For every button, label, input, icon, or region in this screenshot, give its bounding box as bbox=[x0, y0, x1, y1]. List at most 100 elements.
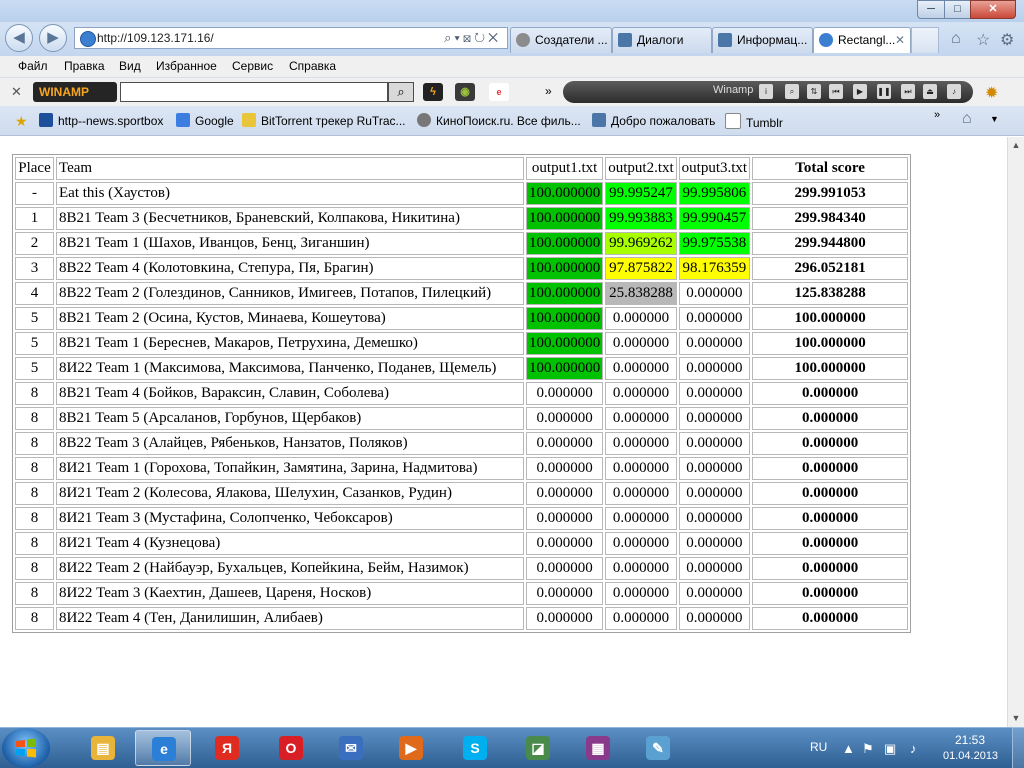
play-icon[interactable]: ▶ bbox=[853, 84, 867, 99]
cell-output2: 25.838288 bbox=[605, 282, 677, 305]
show-hidden-icons-icon[interactable]: ▲ bbox=[842, 741, 855, 756]
taskbar-winrar-button[interactable]: ▦ bbox=[570, 730, 626, 766]
winamp-search-input[interactable] bbox=[120, 82, 388, 102]
tab-dialogs[interactable]: Диалоги bbox=[612, 27, 712, 53]
menu-file[interactable]: Файл bbox=[18, 59, 48, 73]
cell-output3: 99.990457 bbox=[678, 207, 751, 230]
maximize-button[interactable]: □ bbox=[944, 0, 971, 19]
home-icon[interactable]: ⌂ bbox=[962, 110, 972, 128]
tab-close-icon[interactable]: ✕ bbox=[895, 28, 905, 53]
taskbar-internet-explorer-button[interactable]: e bbox=[135, 730, 191, 766]
internet-explorer-icon: e bbox=[152, 737, 176, 761]
cell-place: 1 bbox=[15, 207, 54, 230]
network-icon[interactable]: ▣ bbox=[884, 741, 896, 757]
cell-team: 8В21 Team 2 (Осина, Кустов, Минаева, Кош… bbox=[56, 307, 524, 330]
taskbar-media-player-button[interactable]: ▶ bbox=[383, 730, 439, 766]
forward-button[interactable]: ▶ bbox=[39, 24, 67, 52]
menu-favorites[interactable]: Избранное bbox=[156, 59, 217, 73]
next-icon[interactable]: ⏭ bbox=[901, 84, 915, 99]
previous-icon[interactable]: ⏮ bbox=[829, 84, 843, 99]
new-tab-button[interactable] bbox=[911, 27, 939, 53]
minimize-button[interactable]: ─ bbox=[917, 0, 945, 19]
show-desktop-button[interactable] bbox=[1012, 727, 1024, 768]
favorite-google[interactable]: Google bbox=[176, 113, 234, 128]
tab-creators[interactable]: Создатели ... bbox=[510, 27, 612, 53]
favorite-sportbox[interactable]: http--news.sportbox bbox=[39, 113, 163, 128]
taskbar-skype-button[interactable]: S bbox=[447, 730, 503, 766]
favorites-star-icon[interactable]: ☆ bbox=[976, 30, 990, 50]
clock-time[interactable]: 21:53 bbox=[955, 733, 985, 747]
table-row: 8 8И22 Team 2 (Найбауэр, Бухальцев, Копей… bbox=[15, 557, 909, 580]
table-row: 8 8И22 Team 4 (Тен, Данилишин, Алибаев) 0.… bbox=[15, 607, 909, 630]
cell-team: 8И22 Team 3 (Каехтин, Дашеев, Царeня, Но… bbox=[56, 582, 524, 605]
scroll-down-icon[interactable]: ▼ bbox=[1008, 710, 1024, 727]
android-icon[interactable]: ◉ bbox=[455, 83, 475, 101]
cell-output3: 0.000000 bbox=[678, 282, 751, 305]
search-icon[interactable]: ⌕ bbox=[388, 82, 414, 102]
table-row: 8 8И22 Team 3 (Каехтин, Дашеев, Царeня, Н… bbox=[15, 582, 909, 605]
cell-team: 8В21 Team 3 (Бесчетников, Браневский, Ко… bbox=[56, 207, 524, 230]
pause-icon[interactable]: ❚❚ bbox=[877, 84, 891, 99]
flag-icon[interactable]: ⚑ bbox=[862, 741, 874, 757]
taskbar-opera-button[interactable]: O bbox=[263, 730, 319, 766]
home-icon[interactable]: ⌂ bbox=[951, 30, 961, 48]
google-icon bbox=[176, 113, 190, 127]
tab-information[interactable]: Информац... bbox=[712, 27, 813, 53]
ebay-icon[interactable]: e bbox=[489, 83, 509, 101]
clock-date[interactable]: 01.04.2013 bbox=[943, 750, 998, 762]
address-tools-icon[interactable]: ⌕▾⊠↻✕ bbox=[444, 30, 501, 46]
language-indicator[interactable]: RU bbox=[810, 740, 827, 754]
cell-output3: 0.000000 bbox=[678, 357, 751, 380]
cell-output1: 100.000000 bbox=[526, 182, 604, 205]
menu-tools[interactable]: Сервис bbox=[232, 59, 273, 73]
header-place: Place bbox=[15, 157, 54, 180]
taskbar-notepad-button[interactable]: ✎ bbox=[630, 730, 686, 766]
cell-output2: 0.000000 bbox=[605, 332, 677, 355]
address-bar[interactable]: http://109.123.171.16/ ⌕▾⊠↻✕ bbox=[74, 27, 508, 49]
cell-total: 0.000000 bbox=[752, 507, 909, 530]
cell-output2: 0.000000 bbox=[605, 482, 677, 505]
favorite-kinopoisk[interactable]: КиноПоиск.ru. Все филь... bbox=[417, 113, 581, 128]
close-window-button[interactable]: ✕ bbox=[970, 0, 1016, 19]
favorite-vk-welcome[interactable]: Добро пожаловать bbox=[592, 113, 715, 128]
gear-icon[interactable]: ✹ bbox=[985, 83, 998, 103]
favorite-rutracker[interactable]: BitTorrent трекер RuTrac... bbox=[242, 113, 406, 128]
taskbar-explorer-button[interactable]: ▤ bbox=[75, 730, 131, 766]
window-titlebar bbox=[0, 0, 1024, 22]
vertical-scrollbar[interactable] bbox=[1007, 137, 1024, 727]
gear-icon[interactable]: ⚙ bbox=[1000, 30, 1014, 50]
cell-place: 2 bbox=[15, 232, 54, 255]
menu-view[interactable]: Вид bbox=[119, 59, 141, 73]
address-url[interactable]: http://109.123.171.16/ bbox=[97, 31, 214, 45]
taskbar-mail-button[interactable]: ✉ bbox=[323, 730, 379, 766]
volume-icon[interactable]: ♪ bbox=[947, 84, 961, 99]
search-icon[interactable]: ⌕ bbox=[785, 84, 799, 99]
volume-icon[interactable]: ♪ bbox=[910, 741, 917, 756]
shuffle-icon[interactable]: ⇅ bbox=[807, 84, 821, 99]
cell-team: 8И21 Team 1 (Горохова, Топайкин, Замятин… bbox=[56, 457, 524, 480]
taskbar-yandex-browser-button[interactable]: Я bbox=[199, 730, 255, 766]
chevron-right-icon[interactable]: » bbox=[545, 84, 552, 98]
back-button[interactable]: ◀ bbox=[5, 24, 33, 52]
cell-output1: 0.000000 bbox=[526, 582, 604, 605]
chevron-right-icon[interactable]: » bbox=[934, 109, 940, 121]
taskbar-image-viewer-button[interactable]: ◪ bbox=[510, 730, 566, 766]
favorite-label: BitTorrent трекер RuTrac... bbox=[261, 114, 406, 128]
tab-rectangle-active[interactable]: Rectangl... ✕ bbox=[813, 27, 911, 53]
chevron-down-icon[interactable]: ▼ bbox=[990, 114, 999, 124]
scroll-up-icon[interactable]: ▲ bbox=[1008, 137, 1024, 154]
favorite-tumblr[interactable]: Tumblr bbox=[725, 113, 783, 130]
menu-edit[interactable]: Правка bbox=[64, 59, 105, 73]
eject-icon[interactable]: ⏏ bbox=[923, 84, 937, 99]
favorites-star-icon[interactable]: ★ bbox=[15, 113, 28, 130]
tab-label: Диалоги bbox=[637, 33, 684, 47]
cell-place: 8 bbox=[15, 532, 54, 555]
menu-help[interactable]: Справка bbox=[289, 59, 336, 73]
toolbar-close-icon[interactable]: ✕ bbox=[11, 84, 22, 100]
lightning-icon[interactable]: ϟ bbox=[423, 83, 443, 101]
info-icon[interactable]: i bbox=[759, 84, 773, 99]
cell-place: 8 bbox=[15, 507, 54, 530]
header-output1: output1.txt bbox=[526, 157, 604, 180]
winamp-logo: WINAMP bbox=[33, 82, 117, 102]
cell-total: 299.984340 bbox=[752, 207, 909, 230]
